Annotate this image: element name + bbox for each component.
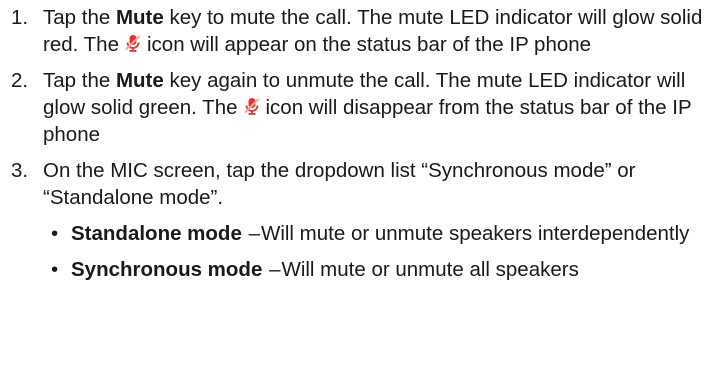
step-text-lead: Tap the (43, 69, 111, 92)
subitem-separator: – (248, 222, 260, 245)
bullet: • (51, 258, 59, 281)
subitem-description: Will mute or unmute speakers interdepend… (260, 222, 690, 245)
mute-key-label: Mute (115, 6, 164, 29)
mute-key-label: Mute (115, 69, 164, 92)
subitem-description: Will mute or unmute all speakers (281, 258, 579, 281)
step-number: 1. (11, 6, 29, 29)
bullet: • (51, 222, 59, 245)
subitem-synchronous-mode: • Synchronous mode –Will mute or unmute … (0, 256, 717, 283)
step-text-lead: Tap the (43, 6, 111, 29)
instructions-document: 1. Tap the Mute key to mute the call. Th… (0, 4, 717, 292)
subitem-term: Standalone mode (71, 222, 242, 245)
step-3: 3. On the MIC screen, tap the dropdown l… (0, 157, 717, 211)
subitem-standalone-mode: • Standalone mode –Will mute or unmute s… (0, 220, 717, 247)
step-number: 3. (11, 159, 29, 182)
step-text-end: icon will appear on the status bar of th… (146, 33, 592, 56)
step-text: On the MIC screen, tap the dropdown list… (43, 159, 636, 209)
step-2: 2. Tap the Mute key again to unmute the … (0, 67, 717, 148)
subitem-term: Synchronous mode (71, 258, 263, 281)
step-1: 1. Tap the Mute key to mute the call. Th… (0, 4, 717, 58)
muted-microphone-icon (242, 96, 262, 116)
subitem-separator: – (269, 258, 281, 281)
muted-microphone-icon (123, 33, 143, 53)
step-number: 2. (11, 69, 29, 92)
